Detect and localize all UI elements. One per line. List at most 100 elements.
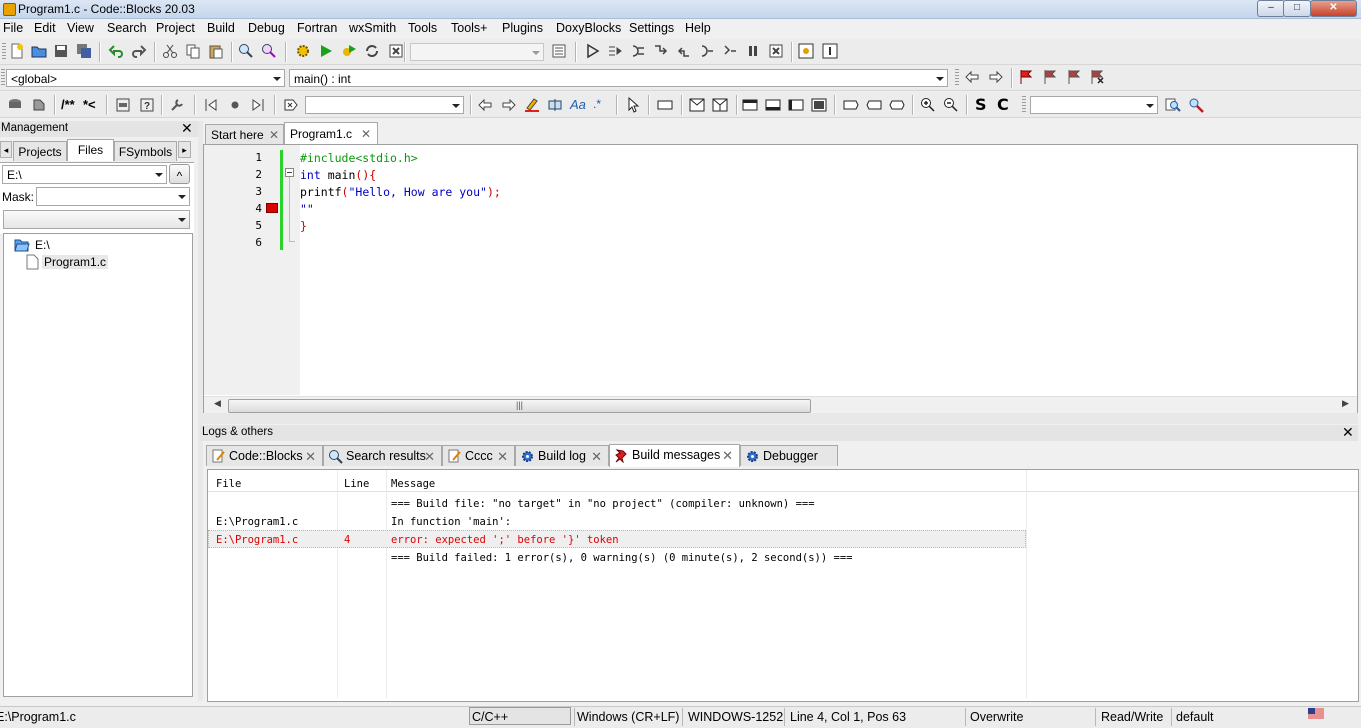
parent-directory-button[interactable]: ^ xyxy=(169,164,190,184)
menu-project[interactable]: Project xyxy=(156,21,195,35)
step-out-icon[interactable] xyxy=(676,43,692,59)
zoom-in-icon[interactable] xyxy=(920,97,936,113)
paste-icon[interactable] xyxy=(208,43,224,59)
mask-input[interactable] xyxy=(36,187,190,206)
code-line-3[interactable]: printf("Hello, How are you"); xyxy=(300,185,501,199)
toggle-changebar-icon[interactable] xyxy=(227,97,243,113)
return-shape-icon[interactable] xyxy=(889,97,905,113)
log-tab-codeblocks[interactable]: Code::Blocks ✕ xyxy=(206,445,323,466)
editor-logs-splitter[interactable] xyxy=(203,413,1358,424)
menu-edit[interactable]: Edit xyxy=(34,21,56,35)
switch-shape-icon[interactable] xyxy=(712,97,728,113)
toolbar-grip[interactable] xyxy=(1,69,5,87)
scroll-right-icon[interactable]: ▶ xyxy=(1342,398,1349,409)
build-target-select[interactable] xyxy=(410,43,544,61)
instruction-shape-icon[interactable] xyxy=(657,97,673,113)
log-tab-build-messages[interactable]: Build messages ✕ xyxy=(609,444,740,467)
save-icon[interactable] xyxy=(53,43,69,59)
select-pointer-icon[interactable] xyxy=(625,97,641,113)
close-button[interactable]: ✕ xyxy=(1310,0,1357,17)
log-tab-debugger[interactable]: Debugger xyxy=(740,445,838,466)
tab-fsymbols[interactable]: FSymbols xyxy=(114,141,177,161)
menu-tools[interactable]: Tools xyxy=(408,21,437,35)
stop-debugger-icon[interactable] xyxy=(768,43,784,59)
continue-shape-icon[interactable] xyxy=(866,97,882,113)
table-row[interactable]: === Build file: "no target" in "no proje… xyxy=(208,494,1026,512)
log-tab-build-log[interactable]: Build log ✕ xyxy=(515,445,609,466)
open-folder-icon[interactable] xyxy=(31,43,47,59)
previous-bookmark-icon[interactable] xyxy=(1042,69,1058,85)
column-header-message[interactable]: Message xyxy=(391,478,435,490)
pause-icon[interactable] xyxy=(745,43,761,59)
abort-icon[interactable] xyxy=(388,43,404,59)
toggle-bookmark-icon[interactable] xyxy=(1018,69,1034,85)
jump-forward-icon[interactable] xyxy=(988,69,1004,85)
regex-toggle[interactable]: .* xyxy=(593,97,601,111)
find-icon[interactable] xyxy=(238,43,254,59)
log-tab-search-results[interactable]: Search results ✕ xyxy=(323,445,442,466)
next-instruction-icon[interactable] xyxy=(699,43,715,59)
export-code-button[interactable]: C xyxy=(997,95,1009,114)
code-line-5[interactable]: } xyxy=(300,219,307,233)
build-and-run-icon[interactable] xyxy=(341,43,357,59)
build-gear-icon[interactable] xyxy=(295,43,311,59)
menu-plugins[interactable]: Plugins xyxy=(502,21,543,35)
insert-line-comment-button[interactable]: *< xyxy=(83,97,96,112)
zoom-out-icon[interactable] xyxy=(943,97,959,113)
menu-help[interactable]: Help xyxy=(685,21,711,35)
function-select[interactable]: main() : int xyxy=(289,69,948,87)
status-language-box[interactable]: C/C++ xyxy=(469,707,571,725)
code-editor[interactable]: 1 2 3 4 5 6 #include<stdio.h> int main()… xyxy=(203,144,1358,414)
tree-file-item[interactable]: Program1.c xyxy=(42,255,109,269)
toolbar-grip[interactable] xyxy=(2,43,6,61)
menu-tools-plus[interactable]: Tools+ xyxy=(451,21,487,35)
editor-tab-program1[interactable]: Program1.c ✕ xyxy=(284,122,378,145)
close-logs-icon[interactable]: ✕ xyxy=(1342,424,1354,441)
copy-icon[interactable] xyxy=(185,43,201,59)
table-row[interactable]: === Build failed: 1 error(s), 0 warning(… xyxy=(208,548,1026,566)
menu-build[interactable]: Build xyxy=(207,21,235,35)
undo-icon[interactable] xyxy=(108,43,124,59)
new-file-icon[interactable] xyxy=(9,43,25,59)
editor-tab-start-here[interactable]: Start here ✕ xyxy=(205,124,284,145)
close-tab-icon[interactable]: ✕ xyxy=(591,446,602,467)
menu-doxyblocks[interactable]: DoxyBlocks xyxy=(556,21,621,35)
extract-docs-icon[interactable] xyxy=(31,97,47,113)
debugging-windows-icon[interactable] xyxy=(798,43,814,59)
rebuild-icon[interactable] xyxy=(364,43,380,59)
step-into-icon[interactable] xyxy=(653,43,669,59)
scroll-left-icon[interactable]: ◀ xyxy=(214,398,221,409)
column-header-file[interactable]: File xyxy=(216,478,241,490)
toolbar-grip[interactable] xyxy=(955,69,959,87)
toolbar-grip[interactable] xyxy=(1022,96,1026,114)
incremental-search-icon[interactable] xyxy=(283,97,299,113)
tree-root-item[interactable]: E:\ xyxy=(35,238,50,252)
block-shape-icon[interactable] xyxy=(811,97,827,113)
replace-icon[interactable] xyxy=(261,43,277,59)
tab-files[interactable]: Files xyxy=(67,139,114,161)
tab-projects[interactable]: Projects xyxy=(13,141,67,161)
menu-fortran[interactable]: Fortran xyxy=(297,21,337,35)
filter-select[interactable] xyxy=(3,210,190,229)
selected-text-only-icon[interactable] xyxy=(547,97,563,113)
incremental-search-input[interactable] xyxy=(305,96,464,114)
menu-settings[interactable]: Settings xyxy=(629,21,674,35)
highlight-icon[interactable] xyxy=(524,97,540,113)
table-row[interactable]: E:\Program1.c In function 'main': xyxy=(208,512,1026,530)
save-all-icon[interactable] xyxy=(76,43,92,59)
doxywizard-icon[interactable] xyxy=(7,97,23,113)
thread-search-input[interactable] xyxy=(1030,96,1158,114)
clear-bookmarks-icon[interactable] xyxy=(1089,69,1105,85)
if-shape-icon[interactable] xyxy=(689,97,705,113)
scope-select[interactable]: <global> xyxy=(6,69,285,87)
log-tab-cccc[interactable]: Cccc ✕ xyxy=(442,445,515,466)
fold-toggle-icon[interactable] xyxy=(285,168,294,177)
thread-search-icon[interactable] xyxy=(1165,97,1181,113)
code-line-4[interactable]: "" xyxy=(300,202,314,216)
close-management-icon[interactable]: ✕ xyxy=(181,120,193,137)
thread-search-options-icon[interactable] xyxy=(1188,97,1204,113)
minimize-button[interactable]: – xyxy=(1257,0,1285,17)
cut-icon[interactable] xyxy=(162,43,178,59)
step-into-instruction-icon[interactable] xyxy=(722,43,738,59)
close-tab-icon[interactable]: ✕ xyxy=(722,445,733,466)
